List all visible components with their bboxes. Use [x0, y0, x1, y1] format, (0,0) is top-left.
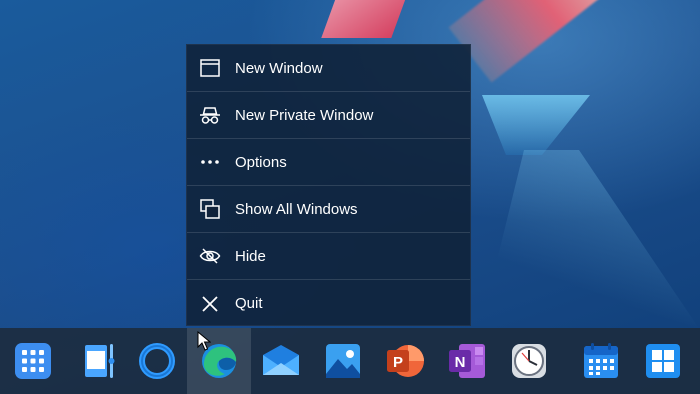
mouse-cursor-icon [197, 331, 211, 351]
menu-item-options[interactable]: Options [187, 139, 470, 186]
taskbar: P N [0, 328, 700, 394]
taskbar-powerpoint-button[interactable]: P [373, 328, 437, 394]
taskbar-clock-button[interactable] [497, 328, 561, 394]
incognito-icon [199, 104, 221, 126]
menu-item-new-private-window[interactable]: New Private Window [187, 92, 470, 139]
onenote-letter: N [455, 354, 466, 371]
taskbar-widgets-button[interactable] [63, 328, 127, 394]
stacked-windows-icon [199, 198, 221, 220]
close-icon [199, 293, 221, 315]
windows-logo-icon [646, 344, 680, 378]
menu-item-label: Quit [235, 295, 263, 312]
wallpaper-light-bar [448, 0, 697, 83]
eye-slash-icon [199, 245, 221, 267]
photos-icon [326, 344, 360, 378]
wallpaper-light-beam [480, 150, 700, 330]
powerpoint-icon: P [387, 345, 424, 377]
taskbar-start-button[interactable] [1, 328, 65, 394]
wallpaper-prism [321, 0, 409, 38]
taskbar-mail-button[interactable] [249, 328, 313, 394]
menu-item-new-window[interactable]: New Window [187, 45, 470, 92]
app-context-menu: New Window New Private Window Options Sh… [186, 44, 471, 326]
widgets-icon [85, 344, 115, 378]
taskbar-cortana-button[interactable] [125, 328, 189, 394]
window-icon [199, 57, 221, 79]
menu-item-label: New Window [235, 59, 323, 77]
menu-item-label: Options [235, 153, 287, 171]
app-grid-icon [15, 343, 51, 379]
onenote-icon: N [449, 344, 485, 378]
taskbar-windows-button[interactable] [631, 328, 695, 394]
powerpoint-letter: P [393, 354, 403, 371]
mail-icon [263, 345, 299, 375]
cortana-ring-icon [139, 343, 175, 379]
menu-item-show-all-windows[interactable]: Show All Windows [187, 186, 470, 233]
clock-icon [512, 344, 546, 378]
menu-item-hide[interactable]: Hide [187, 233, 470, 280]
menu-item-label: Show All Windows [235, 200, 358, 218]
calendar-icon [584, 343, 618, 378]
menu-item-quit[interactable]: Quit [187, 280, 470, 327]
ellipsis-icon [199, 151, 221, 173]
taskbar-calendar-button[interactable] [569, 328, 633, 394]
menu-item-label: Hide [235, 247, 266, 265]
wallpaper-crystal [482, 95, 590, 155]
taskbar-onenote-button[interactable]: N [435, 328, 499, 394]
menu-item-label: New Private Window [235, 106, 374, 124]
taskbar-photos-button[interactable] [311, 328, 375, 394]
